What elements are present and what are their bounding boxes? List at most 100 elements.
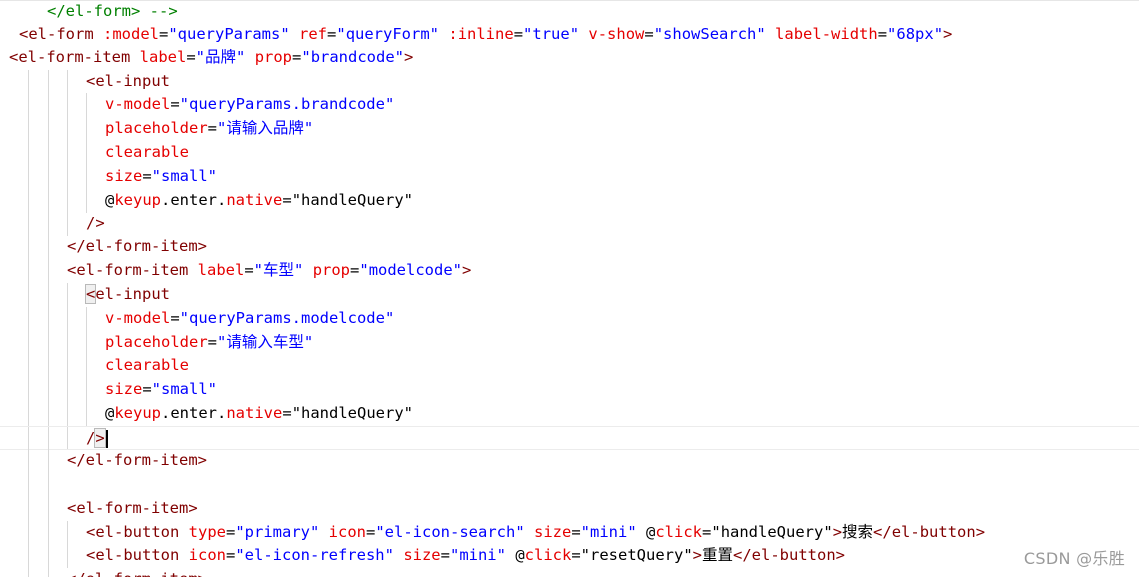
code-token: /> bbox=[86, 214, 105, 232]
code-token: </el-form-item> bbox=[67, 570, 207, 577]
code-text: v-model="queryParams.modelcode" bbox=[105, 307, 394, 331]
indent-guide bbox=[48, 497, 49, 521]
code-token: = bbox=[282, 404, 292, 422]
code-line[interactable]: <el-form-item> bbox=[0, 497, 1139, 521]
code-line[interactable]: placeholder="请输入品牌" bbox=[0, 117, 1139, 141]
code-line[interactable]: <el-button icon="el-icon-refresh" size="… bbox=[0, 544, 1139, 568]
code-text: <el-form-item> bbox=[67, 497, 198, 521]
code-line[interactable]: </el-form> --> bbox=[0, 0, 1139, 24]
code-token: icon bbox=[328, 523, 366, 541]
code-token: ref bbox=[299, 25, 328, 43]
indent-guide bbox=[67, 521, 68, 545]
indent-guide bbox=[48, 259, 49, 283]
code-token: "mini" bbox=[449, 546, 506, 564]
code-token: = bbox=[170, 95, 180, 113]
code-line[interactable]: <el-form :model="queryParams" ref="query… bbox=[0, 23, 1139, 47]
code-line[interactable]: <el-button type="primary" icon="el-icon-… bbox=[0, 521, 1139, 545]
indent-guide bbox=[48, 544, 49, 568]
code-line[interactable]: size="small" bbox=[0, 378, 1139, 402]
code-token: "brandcode" bbox=[301, 48, 405, 66]
indent-guide bbox=[28, 307, 29, 331]
code-token: size bbox=[403, 546, 441, 564]
code-token: "small" bbox=[151, 167, 217, 185]
code-token: = bbox=[571, 546, 581, 564]
indent-guide bbox=[28, 354, 29, 378]
code-line[interactable]: /> bbox=[0, 212, 1139, 236]
text-caret bbox=[105, 429, 108, 448]
indent-guide bbox=[48, 473, 49, 497]
indent-guide bbox=[28, 402, 29, 426]
indent-guide bbox=[48, 212, 49, 236]
indent-guide bbox=[28, 212, 29, 236]
indent-guide bbox=[28, 189, 29, 213]
code-text: <el-form-item label="品牌" prop="brandcode… bbox=[9, 46, 413, 70]
code-token: = bbox=[292, 48, 302, 66]
code-line-current[interactable]: /> bbox=[0, 426, 1139, 450]
code-token: <el-form-item bbox=[67, 261, 198, 279]
indent-guide bbox=[28, 141, 29, 165]
code-line[interactable]: size="small" bbox=[0, 165, 1139, 189]
code-line[interactable]: v-model="queryParams.modelcode" bbox=[0, 307, 1139, 331]
code-token: "el-icon-refresh" bbox=[235, 546, 394, 564]
code-text: <el-button icon="el-icon-refresh" size="… bbox=[86, 544, 845, 568]
code-token: = bbox=[282, 191, 292, 209]
indent-guide bbox=[28, 521, 29, 545]
indent-guide bbox=[86, 331, 87, 355]
indent-guide bbox=[48, 117, 49, 141]
indent-guide bbox=[48, 307, 49, 331]
code-token: <el-button bbox=[86, 523, 189, 541]
code-line[interactable]: <el-input bbox=[0, 70, 1139, 94]
code-token: "modelcode" bbox=[359, 261, 463, 279]
indent-guide bbox=[48, 70, 49, 94]
code-token: = bbox=[225, 523, 236, 541]
code-token: = bbox=[159, 25, 169, 43]
code-text: <el-input bbox=[86, 70, 170, 94]
code-token: </el-form-item> bbox=[67, 451, 207, 469]
code-token: > bbox=[832, 523, 843, 541]
indent-guide bbox=[86, 402, 87, 426]
code-token: <el-form bbox=[19, 25, 103, 43]
code-text: v-model="queryParams.brandcode" bbox=[105, 93, 394, 117]
code-token: <el-form-item> bbox=[67, 499, 198, 517]
indent-guide bbox=[67, 427, 68, 449]
code-token: = bbox=[170, 309, 180, 327]
code-editor[interactable]: </el-form> --> <el-form :model="queryPara… bbox=[0, 0, 1139, 577]
code-line[interactable]: <el-form-item label="车型" prop="modelcode… bbox=[0, 259, 1139, 283]
code-line[interactable]: <el-form-item label="品牌" prop="brandcode… bbox=[0, 46, 1139, 70]
indent-guide bbox=[48, 427, 49, 449]
code-line[interactable]: </el-form-item> bbox=[0, 449, 1139, 473]
code-token: "handleQuery" bbox=[291, 191, 414, 209]
code-token: "el-icon-search" bbox=[375, 523, 525, 541]
code-line[interactable]: clearable bbox=[0, 141, 1139, 165]
indent-guide bbox=[67, 189, 68, 213]
code-line[interactable]: @keyup.enter.native="handleQuery" bbox=[0, 189, 1139, 213]
code-token: "mini" bbox=[580, 523, 637, 541]
code-token: "车型" bbox=[253, 261, 304, 279]
code-text: @keyup.enter.native="handleQuery" bbox=[105, 189, 413, 213]
code-line[interactable]: placeholder="请输入车型" bbox=[0, 331, 1139, 355]
code-line[interactable]: @keyup.enter.native="handleQuery" bbox=[0, 402, 1139, 426]
code-line[interactable]: v-model="queryParams.brandcode" bbox=[0, 93, 1139, 117]
code-token: @ bbox=[636, 523, 656, 541]
code-line[interactable] bbox=[0, 473, 1139, 497]
code-text: placeholder="请输入车型" bbox=[105, 331, 313, 355]
code-token: keyup bbox=[114, 191, 162, 209]
indent-guide bbox=[86, 189, 87, 213]
code-token: = bbox=[225, 546, 236, 564]
code-token: "handleQuery" bbox=[711, 523, 833, 541]
code-token: "primary" bbox=[235, 523, 320, 541]
code-token: "small" bbox=[151, 380, 217, 398]
code-line[interactable]: </el-form-item> bbox=[0, 235, 1139, 259]
indent-guide bbox=[67, 93, 68, 117]
code-token: v-show bbox=[588, 25, 645, 43]
code-line[interactable]: </el-form-item> bbox=[0, 568, 1139, 577]
code-line[interactable]: <el-input bbox=[0, 283, 1139, 307]
indent-guide bbox=[67, 307, 68, 331]
code-token: 重置 bbox=[702, 546, 734, 564]
code-text: size="small" bbox=[105, 165, 217, 189]
code-token: <el-form-item bbox=[9, 48, 140, 66]
code-line[interactable]: clearable bbox=[0, 354, 1139, 378]
code-token: 搜索 bbox=[842, 523, 874, 541]
